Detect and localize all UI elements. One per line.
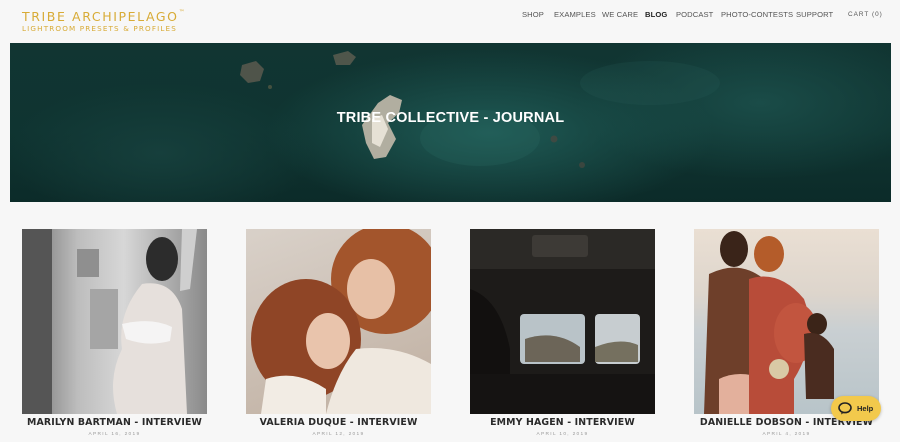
- post-title[interactable]: MARILYN BARTMAN - INTERVIEW: [2, 417, 227, 428]
- nav-item-shop[interactable]: SHOP: [522, 10, 544, 19]
- hero-banner: TRIBE COLLECTIVE - JOURNAL: [10, 43, 891, 202]
- chat-bubble-icon: [838, 402, 852, 420]
- help-button[interactable]: Help: [831, 396, 881, 421]
- post-title[interactable]: EMMY HAGEN - INTERVIEW: [450, 417, 675, 428]
- post-thumbnail[interactable]: [22, 229, 207, 414]
- nav-item-support[interactable]: SUPPORT: [796, 10, 833, 19]
- nav-item-examples[interactable]: EXAMPLES: [554, 10, 596, 19]
- hero-title: TRIBE COLLECTIVE - JOURNAL: [336, 110, 565, 126]
- logo-subtitle: LIGHTROOM PRESETS & PROFILES: [22, 24, 177, 33]
- post-thumbnail[interactable]: [694, 229, 879, 414]
- post-title[interactable]: VALERIA DUQUE - INTERVIEW: [226, 417, 451, 428]
- post-date: APRIL 12, 2019: [312, 432, 365, 437]
- post-date: APRIL 16, 2019: [88, 432, 141, 437]
- cart-link[interactable]: CART (0): [848, 11, 883, 18]
- help-label: Help: [857, 404, 874, 413]
- main-nav: SHOP EXAMPLES WE CARE BLOG PODCAST PHOTO…: [0, 10, 900, 20]
- post-thumbnail[interactable]: [246, 229, 431, 414]
- post-thumbnail[interactable]: [470, 229, 655, 414]
- nav-item-photo-contests[interactable]: PHOTO-CONTESTS: [721, 10, 793, 19]
- nav-item-podcast[interactable]: PODCAST: [676, 10, 713, 19]
- post-date: APRIL 10, 2019: [536, 432, 589, 437]
- nav-item-we-care[interactable]: WE CARE: [602, 10, 638, 19]
- nav-item-blog[interactable]: BLOG: [645, 10, 667, 19]
- post-date: APRIL 4, 2019: [762, 432, 811, 437]
